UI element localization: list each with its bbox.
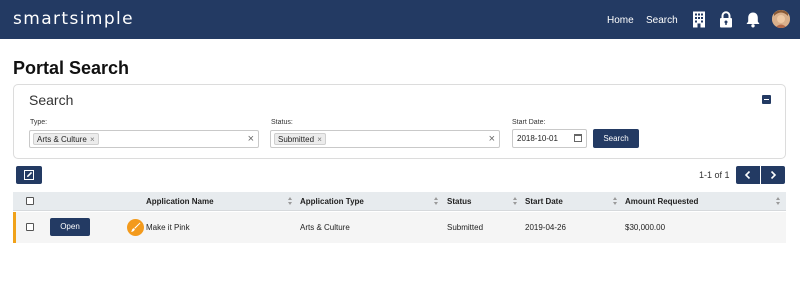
remove-type-tag-icon[interactable]: × bbox=[90, 135, 95, 144]
status-tag: Submitted × bbox=[274, 133, 326, 145]
amount-requested-cell: $30,000.00 bbox=[625, 223, 666, 232]
status-filter-input[interactable]: Submitted × × bbox=[270, 130, 500, 148]
collapse-panel-button[interactable] bbox=[762, 95, 771, 104]
calendar-icon[interactable] bbox=[574, 134, 582, 142]
column-header-status[interactable]: Status bbox=[447, 192, 471, 211]
nav-home-link[interactable]: Home bbox=[607, 15, 634, 26]
sort-amount-requested-icon[interactable] bbox=[776, 197, 781, 206]
application-name-cell[interactable]: Make it Pink bbox=[146, 212, 190, 243]
results-table-header: Application Name Application Type Status… bbox=[13, 192, 786, 211]
row-select-checkbox[interactable] bbox=[26, 223, 34, 231]
type-label: Type: bbox=[30, 119, 48, 126]
start-date-cell: 2019-04-26 bbox=[525, 223, 566, 232]
next-page-button[interactable] bbox=[761, 166, 785, 184]
smartsimple-logo[interactable]: smartsimple bbox=[13, 9, 134, 29]
column-header-application-name[interactable]: Application Name bbox=[146, 192, 214, 211]
status-tag-label: Submitted bbox=[278, 135, 315, 144]
type-tag: Arts & Culture × bbox=[33, 133, 99, 145]
start-date-field[interactable]: 2018-10-01 bbox=[512, 129, 587, 148]
sort-start-date-icon[interactable] bbox=[613, 197, 618, 206]
nav-search-link[interactable]: Search bbox=[646, 15, 678, 26]
top-navigation-bar: smartsimple Home Search bbox=[0, 0, 800, 39]
search-panel: Search Type: Arts & Culture × × Status: … bbox=[13, 84, 786, 159]
application-type-cell: Arts & Culture bbox=[300, 223, 350, 232]
status-label: Status: bbox=[271, 119, 293, 126]
sort-application-type-icon[interactable] bbox=[434, 197, 439, 206]
edit-button[interactable] bbox=[16, 166, 42, 184]
search-button[interactable]: Search bbox=[593, 129, 639, 148]
user-avatar[interactable] bbox=[772, 10, 790, 28]
pagination-count: 1-1 of 1 bbox=[699, 170, 730, 180]
type-filter-input[interactable]: Arts & Culture × × bbox=[29, 130, 259, 148]
start-date-label: Start Date: bbox=[512, 119, 546, 126]
column-header-amount-requested[interactable]: Amount Requested bbox=[625, 192, 698, 211]
status-cell: Submitted bbox=[447, 223, 484, 232]
column-header-start-date[interactable]: Start Date bbox=[525, 192, 563, 211]
sort-application-name-icon[interactable] bbox=[288, 197, 293, 206]
edit-icon bbox=[24, 170, 34, 180]
open-button[interactable]: Open bbox=[50, 218, 90, 236]
bell-icon[interactable] bbox=[745, 11, 761, 28]
remove-status-tag-icon[interactable]: × bbox=[317, 135, 322, 144]
type-tag-label: Arts & Culture bbox=[37, 135, 87, 144]
page-title: Portal Search bbox=[13, 58, 130, 78]
previous-page-button[interactable] bbox=[736, 166, 760, 184]
clear-status-icon[interactable]: × bbox=[489, 133, 495, 145]
search-panel-title: Search bbox=[29, 92, 74, 108]
paintbrush-icon bbox=[127, 219, 144, 236]
sort-status-icon[interactable] bbox=[513, 197, 518, 206]
start-date-value: 2018-10-01 bbox=[517, 134, 558, 143]
lock-icon[interactable] bbox=[718, 11, 734, 28]
column-header-application-type[interactable]: Application Type bbox=[300, 192, 364, 211]
chevron-left-icon bbox=[744, 171, 751, 179]
table-row[interactable]: Open Make it Pink Arts & Culture Submitt… bbox=[13, 212, 786, 243]
building-icon[interactable] bbox=[691, 11, 707, 28]
clear-type-icon[interactable]: × bbox=[248, 133, 254, 145]
chevron-right-icon bbox=[770, 171, 777, 179]
select-all-checkbox[interactable] bbox=[26, 197, 34, 205]
